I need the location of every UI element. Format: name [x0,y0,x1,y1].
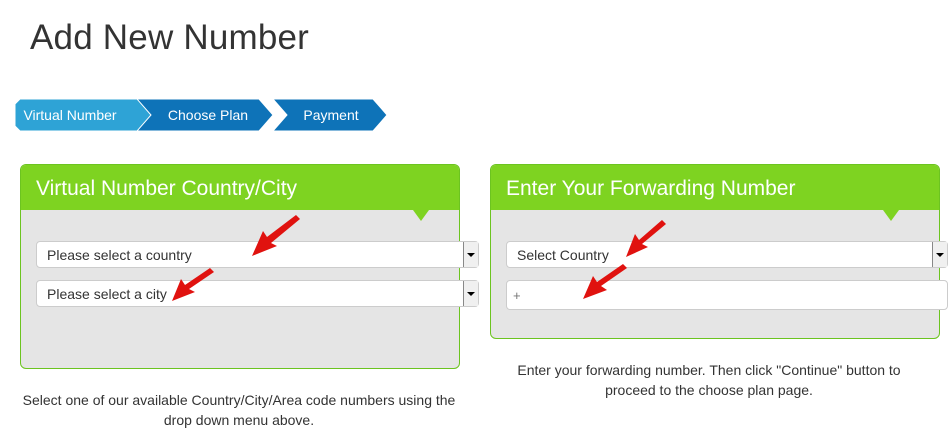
step-label: Choose Plan [167,107,249,123]
triangle-down-icon[interactable] [463,242,478,267]
red-arrow-icon [583,264,627,299]
city-select-value: Please select a city [47,286,167,302]
step-label: Virtual Number [23,107,117,123]
step-label: Payment [303,107,359,123]
step-virtual-number[interactable]: Virtual Number [15,99,156,131]
panel-title: Virtual Number Country/City [36,177,298,200]
red-arrow-icon [252,215,300,256]
city-select[interactable]: Please select a city [36,280,479,307]
forwarding-country-value: Select Country [517,247,609,263]
red-arrow-icon [172,268,214,301]
page-title: Add New Number [30,18,310,57]
panel-notch [883,210,899,221]
triangle-down-icon[interactable] [932,242,947,267]
red-arrow-icon [626,220,666,257]
country-select-value: Please select a country [47,247,192,263]
panel-header: Virtual Number Country/City [21,165,459,221]
step-choose-plan[interactable]: Choose Plan [137,99,277,131]
forwarding-number-input[interactable] [506,280,948,310]
step-payment[interactable]: Payment [273,99,389,131]
panel-notch [413,210,429,221]
forwarding-country-select[interactable]: Select Country [506,241,948,268]
page: Add New Number Virtual Number Choose Pla… [0,0,950,438]
panel-header: Enter Your Forwarding Number [491,165,939,221]
virtual-number-help-text: Select one of our available Country/City… [22,392,456,428]
triangle-down-icon[interactable] [463,281,478,306]
forwarding-help-text: Enter your forwarding number. Then click… [517,362,901,398]
panel-title: Enter Your Forwarding Number [506,177,796,200]
